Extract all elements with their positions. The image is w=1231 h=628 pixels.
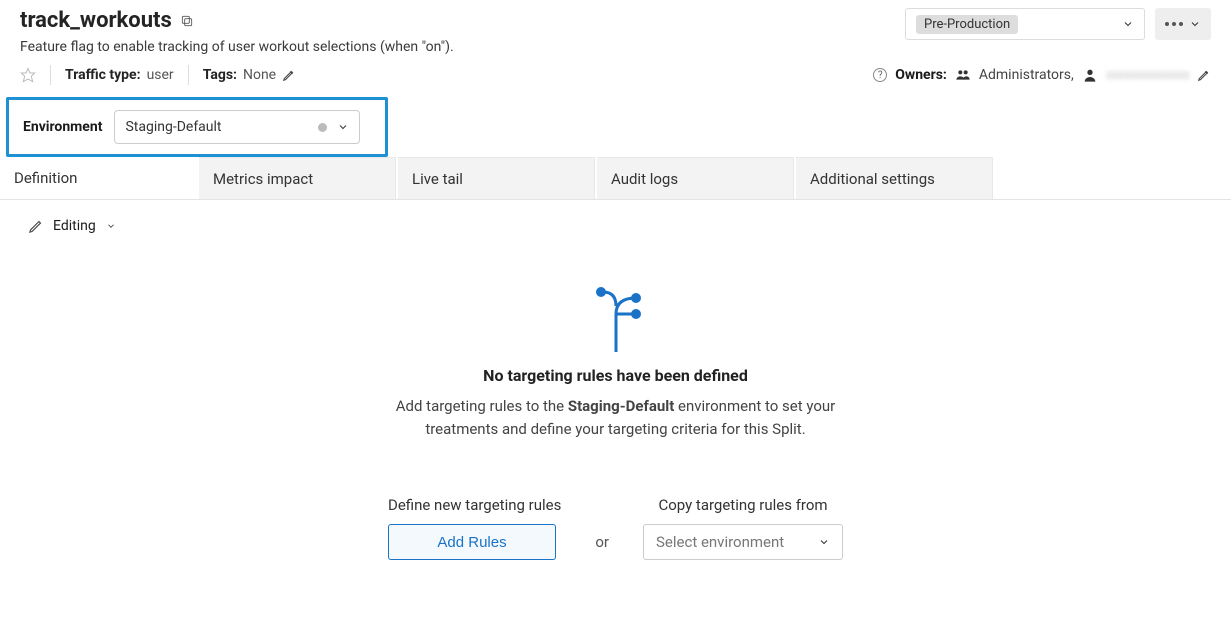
tabs: Definition Metrics impact Live tail Audi… — [0, 157, 1231, 200]
tags-value: None — [243, 67, 276, 83]
environment-selector-highlight: Environment Staging-Default — [6, 97, 388, 157]
page-description: Feature flag to enable tracking of user … — [20, 39, 454, 55]
page-title: track_workouts — [20, 8, 172, 33]
tab-audit-logs[interactable]: Audit logs — [597, 157, 794, 199]
empty-desc-env: Staging-Default — [568, 397, 674, 415]
or-separator: or — [595, 533, 609, 551]
edit-tags-icon[interactable] — [282, 68, 296, 82]
tab-live-tail[interactable]: Live tail — [398, 157, 595, 199]
copy-env-placeholder: Select environment — [656, 533, 784, 551]
traffic-type-value: user — [147, 67, 174, 83]
redacted-owner: xxxxxxxxxxxxxx — [1106, 67, 1189, 83]
user-icon — [1082, 68, 1098, 82]
tab-additional-settings[interactable]: Additional settings — [796, 157, 993, 199]
edit-owners-icon[interactable] — [1197, 68, 1211, 82]
environment-selected: Staging-Default — [125, 119, 221, 135]
tab-label: Audit logs — [611, 170, 678, 188]
empty-desc-prefix: Add targeting rules to the — [396, 397, 568, 415]
editing-label: Editing — [53, 218, 96, 234]
copy-environment-dropdown[interactable]: Select environment — [643, 524, 843, 560]
empty-state-title: No targeting rules have been defined — [483, 366, 748, 385]
chevron-down-icon — [818, 536, 830, 548]
kebab-icon — [1165, 22, 1183, 26]
traffic-type-label: Traffic type: — [65, 67, 141, 83]
more-actions-button[interactable] — [1155, 8, 1211, 40]
tab-label: Definition — [14, 169, 77, 187]
tab-label: Live tail — [412, 170, 463, 188]
owners-value: Administrators, — [979, 67, 1074, 83]
environment-label: Environment — [23, 119, 102, 135]
group-icon — [955, 69, 971, 81]
favorite-star-icon[interactable] — [20, 67, 36, 83]
tab-label: Additional settings — [810, 170, 935, 188]
tags-label: Tags: — [203, 67, 237, 83]
pencil-icon — [28, 219, 43, 234]
editing-mode-toggle[interactable]: Editing — [0, 200, 1231, 252]
chevron-down-icon — [1122, 18, 1134, 30]
add-rules-button[interactable]: Add Rules — [388, 524, 556, 560]
top-environment-value: Pre-Production — [916, 15, 1018, 34]
empty-state-description: Add targeting rules to the Staging-Defau… — [366, 395, 866, 440]
status-dot-icon — [318, 123, 327, 132]
help-icon[interactable]: ? — [873, 68, 887, 82]
top-environment-dropdown[interactable]: Pre-Production — [905, 8, 1145, 40]
chevron-down-icon — [106, 221, 116, 231]
tab-label: Metrics impact — [213, 170, 313, 188]
chevron-down-icon — [337, 121, 349, 133]
copy-icon[interactable] — [180, 14, 194, 28]
tab-metrics-impact[interactable]: Metrics impact — [199, 157, 396, 199]
chevron-down-icon — [1189, 18, 1201, 30]
copy-rules-label: Copy targeting rules from — [643, 496, 843, 514]
define-rules-label: Define new targeting rules — [388, 496, 561, 514]
tab-definition[interactable]: Definition — [0, 157, 197, 199]
environment-dropdown[interactable]: Staging-Default — [114, 110, 360, 144]
branching-icon — [586, 282, 646, 352]
owners-label: Owners: — [895, 67, 947, 83]
